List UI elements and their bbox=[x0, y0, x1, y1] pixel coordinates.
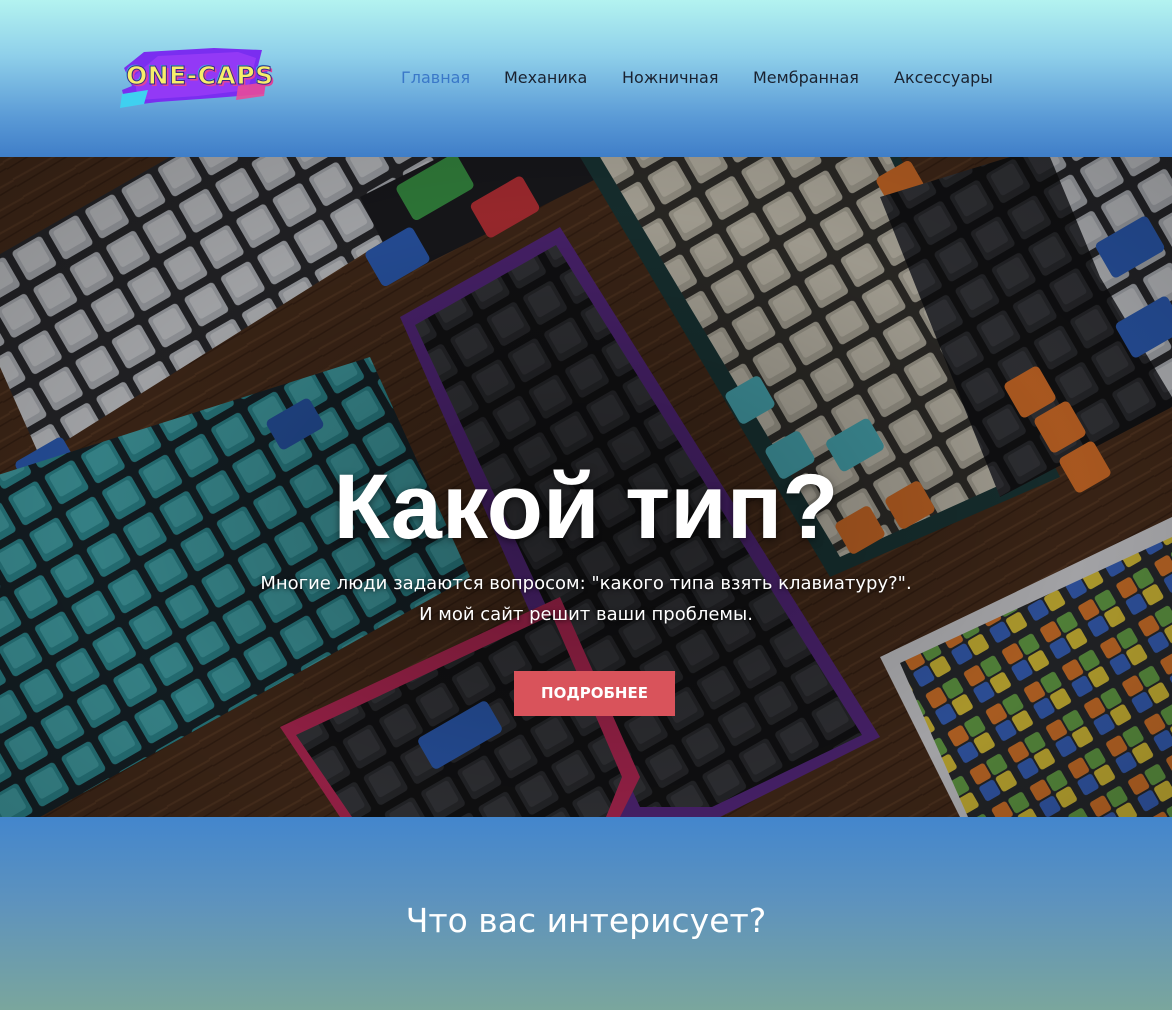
hero-banner: Какой тип? Многие люди задаются вопросом… bbox=[0, 157, 1172, 817]
site-header: ONE-CAPS Главная Механика Ножничная Мемб… bbox=[0, 0, 1172, 157]
hero-subtitle-line-1: Многие люди задаются вопросом: "какого т… bbox=[260, 573, 912, 594]
section-title: Что вас интерисует? bbox=[405, 901, 767, 940]
nav-item-scissor[interactable]: Ножничная bbox=[622, 68, 718, 87]
nav-item-membrane[interactable]: Мембранная bbox=[753, 68, 859, 87]
nav-item-accessories[interactable]: Аксессуары bbox=[894, 68, 993, 87]
hero-subtitle-line-2: И мой сайт решит ваши проблемы. bbox=[419, 604, 753, 625]
more-details-button[interactable]: ПОДРОБНЕЕ bbox=[514, 671, 675, 716]
interests-section: Что вас интерисует? bbox=[0, 817, 1172, 1010]
hero-title: Какой тип? bbox=[333, 456, 839, 558]
main-nav: Главная Механика Ножничная Мембранная Ак… bbox=[0, 68, 1172, 92]
nav-item-home[interactable]: Главная bbox=[401, 68, 470, 87]
nav-item-mechanical[interactable]: Механика bbox=[504, 68, 587, 87]
